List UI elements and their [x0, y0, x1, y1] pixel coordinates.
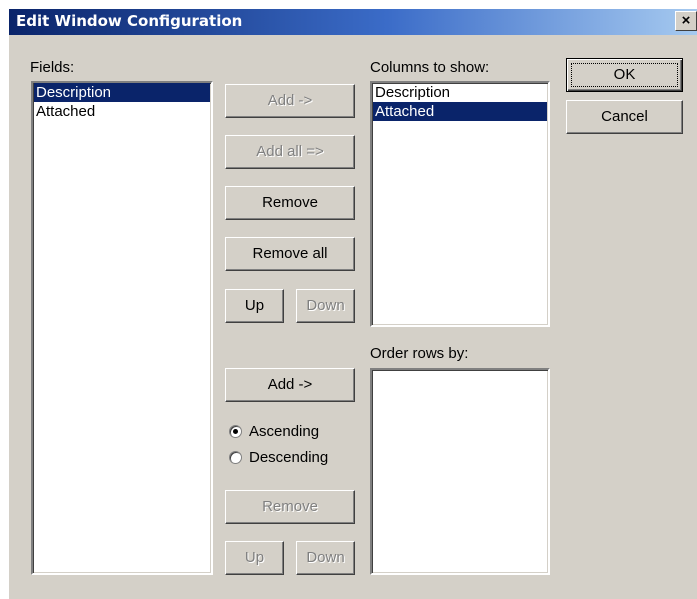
- ascending-label[interactable]: Ascending: [249, 423, 319, 440]
- list-item[interactable]: Description: [373, 83, 547, 102]
- fields-label: Fields:: [30, 59, 75, 76]
- list-item[interactable]: Description: [34, 83, 210, 102]
- close-icon: ×: [681, 12, 691, 29]
- ascending-radio[interactable]: [229, 425, 242, 438]
- remove-column-button[interactable]: Remove: [225, 186, 355, 220]
- order-up-button[interactable]: Up: [225, 541, 284, 575]
- remove-order-button[interactable]: Remove: [225, 490, 355, 524]
- list-item[interactable]: Attached: [34, 102, 210, 121]
- fields-listbox[interactable]: Description Attached: [31, 81, 213, 575]
- column-down-button[interactable]: Down: [296, 289, 355, 323]
- add-all-columns-button[interactable]: Add all =>: [225, 135, 355, 169]
- close-button[interactable]: ×: [675, 11, 697, 31]
- focus-rectangle: [571, 63, 678, 87]
- title-bar[interactable]: Edit Window Configuration ×: [9, 9, 697, 35]
- order-down-button[interactable]: Down: [296, 541, 355, 575]
- add-order-button[interactable]: Add ->: [225, 368, 355, 402]
- order-listbox[interactable]: [370, 368, 550, 575]
- list-item[interactable]: Attached: [373, 102, 547, 121]
- descending-label[interactable]: Descending: [249, 449, 328, 466]
- remove-all-columns-button[interactable]: Remove all: [225, 237, 355, 271]
- columns-label: Columns to show:: [370, 59, 490, 76]
- dialog-body: Fields: Description Attached Add -> Add …: [9, 35, 697, 599]
- column-up-button[interactable]: Up: [225, 289, 284, 323]
- add-column-button[interactable]: Add ->: [225, 84, 355, 118]
- window-title: Edit Window Configuration: [16, 12, 243, 30]
- cancel-button[interactable]: Cancel: [566, 100, 683, 134]
- order-label: Order rows by:: [370, 345, 469, 362]
- descending-radio[interactable]: [229, 451, 242, 464]
- dialog-window: Edit Window Configuration × Fields: Desc…: [0, 0, 697, 599]
- radio-selected-dot: [233, 429, 238, 434]
- ok-button[interactable]: OK: [566, 58, 683, 92]
- columns-listbox[interactable]: Description Attached: [370, 81, 550, 327]
